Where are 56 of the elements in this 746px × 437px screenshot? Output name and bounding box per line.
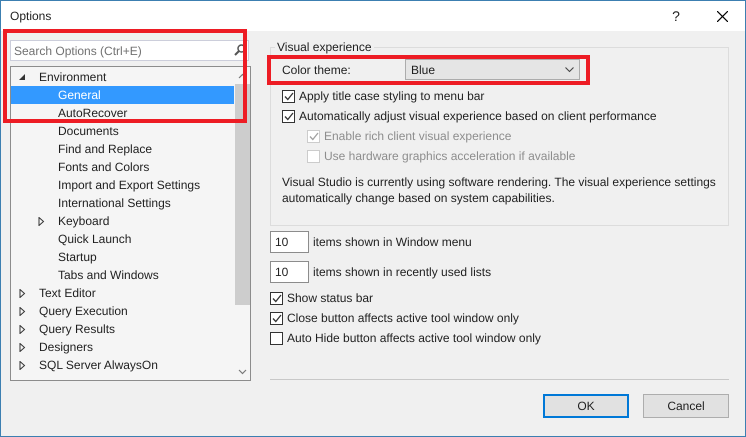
expanded-triangle-icon[interactable]	[19, 72, 26, 82]
number-field[interactable]: 10	[270, 231, 309, 253]
checkmark-icon	[284, 92, 294, 100]
collapsed-triangle-icon[interactable]	[19, 306, 26, 316]
tree-item[interactable]: Text Editor	[11, 284, 234, 302]
checkmark-icon	[284, 112, 294, 120]
tree-item[interactable]: Startup	[11, 248, 234, 266]
checkbox-option[interactable]: Automatically adjust visual experience based on client performance	[282, 106, 657, 126]
dialog-button[interactable]: Cancel	[643, 394, 729, 418]
tree-item[interactable]: Designers	[11, 338, 234, 356]
checkbox[interactable]	[282, 90, 295, 102]
checkmark-icon	[308, 132, 318, 140]
tree-item[interactable]: Documents	[11, 122, 234, 140]
checkbox[interactable]	[282, 110, 295, 122]
tree-item[interactable]: Query Execution	[11, 302, 234, 320]
tree-item[interactable]: Tabs and Windows	[11, 266, 234, 284]
field-label: items shown in Window menu	[313, 234, 472, 251]
tree-item[interactable]: Keyboard	[11, 212, 234, 230]
caret-icon	[565, 66, 574, 72]
tree-item[interactable]: Environment	[11, 68, 234, 86]
checkbox-option[interactable]: Show status bar	[270, 288, 374, 308]
collapsed-triangle-icon[interactable]	[19, 342, 26, 352]
search-icon	[234, 44, 246, 56]
tree-item[interactable]: International Settings	[11, 194, 234, 212]
checkbox[interactable]	[270, 292, 283, 304]
info-text: Visual Studio is currently using software rendering. The visual experience settings automatically change based on system capabilities.	[282, 174, 717, 206]
checkbox-option[interactable]: Auto Hide button affects active tool window only	[270, 328, 541, 348]
tree-item[interactable]: SQL Server AlwaysOn	[11, 356, 234, 374]
tree-item[interactable]: Find and Replace	[11, 140, 234, 158]
color-theme-label: Color theme:	[282, 62, 352, 78]
color-theme-dropdown[interactable]: Blue	[405, 59, 580, 80]
checkmark-icon	[272, 294, 282, 302]
checkbox-option[interactable]: Close button affects active tool window only	[270, 308, 519, 328]
tree-item[interactable]: Query Results	[11, 320, 234, 338]
checkbox[interactable]	[270, 312, 283, 324]
scrollbar-thumb[interactable]	[234, 84, 250, 305]
checkbox[interactable]	[270, 332, 283, 344]
checkmark-icon	[272, 314, 282, 322]
close-icon	[716, 10, 728, 22]
help-button[interactable]: ?	[653, 1, 699, 31]
tree-item[interactable]: AutoRecover	[11, 104, 234, 122]
search-field[interactable]: Search Options (Ctrl+E)	[10, 40, 249, 61]
group-title: Visual experience	[275, 40, 374, 54]
collapsed-triangle-icon[interactable]	[38, 216, 45, 226]
collapsed-triangle-icon[interactable]	[19, 288, 26, 298]
number-field[interactable]: 10	[270, 261, 309, 283]
scroll-down-icon[interactable]	[238, 367, 246, 376]
window-title: Options	[10, 8, 52, 25]
tree-item[interactable]: Import and Export Settings	[11, 176, 234, 194]
tree-item[interactable]: Fonts and Colors	[11, 158, 234, 176]
dialog-button[interactable]: OK	[543, 394, 629, 418]
checkbox-option[interactable]: Apply title case styling to menu bar	[282, 86, 484, 106]
collapsed-triangle-icon[interactable]	[19, 324, 26, 334]
field-label: items shown in recently used lists	[313, 264, 492, 281]
tree-item[interactable]: Quick Launch	[11, 230, 234, 248]
collapsed-triangle-icon[interactable]	[19, 360, 26, 370]
